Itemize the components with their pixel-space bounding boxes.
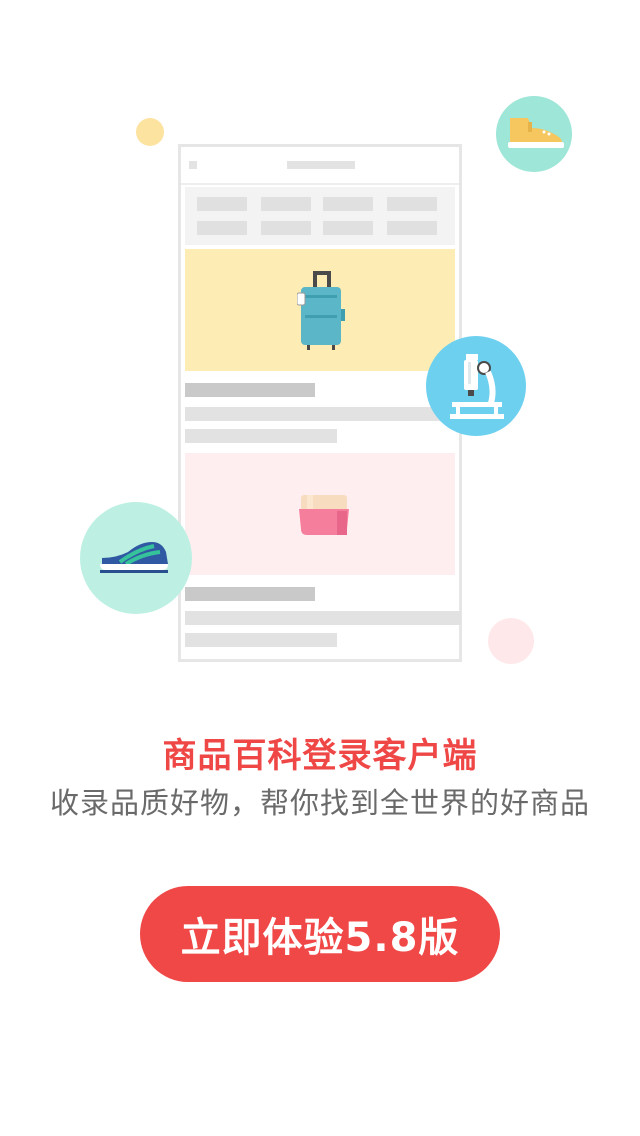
text-placeholder	[185, 633, 337, 647]
grid-placeholder	[323, 221, 373, 235]
promo-subline: 收录品质好物，帮你找到全世界的好商品	[49, 786, 590, 820]
grid-placeholder	[197, 221, 247, 235]
try-version-button[interactable]: 立即体验5.8版	[140, 886, 500, 982]
promo-headline: 商品百科登录客户端	[162, 736, 478, 776]
grid-placeholder	[261, 197, 311, 211]
mockup-title-placeholder	[287, 161, 355, 169]
microscope-icon	[450, 354, 504, 419]
mockup-category-grid	[185, 187, 455, 245]
phone-mockup-illustration	[178, 144, 462, 662]
mockup-back-dot	[189, 161, 197, 169]
grid-placeholder	[197, 197, 247, 211]
decor-bubble-microscope	[426, 336, 526, 436]
suitcase-icon	[297, 271, 345, 350]
decor-bubble-running-shoe	[80, 502, 192, 614]
mockup-card-cream	[185, 453, 455, 575]
text-placeholder	[185, 429, 337, 443]
grid-placeholder	[387, 221, 437, 235]
cream-jar-icon	[299, 495, 349, 535]
text-placeholder	[185, 383, 315, 397]
grid-placeholder	[261, 221, 311, 235]
mockup-card-suitcase	[185, 249, 455, 371]
sneaker-icon	[508, 118, 564, 148]
promo-screen: 商品百科登录客户端 收录品质好物，帮你找到全世界的好商品 立即体验5.8版	[0, 0, 640, 1136]
decor-dot-pink	[488, 618, 534, 664]
decor-dot-yellow	[136, 118, 164, 146]
text-placeholder	[185, 407, 461, 421]
running-shoe-icon	[100, 542, 168, 573]
grid-placeholder	[387, 197, 437, 211]
decor-bubble-sneaker	[496, 96, 572, 172]
mockup-topbar	[181, 147, 459, 185]
text-placeholder	[185, 611, 461, 625]
text-placeholder	[185, 587, 315, 601]
grid-placeholder	[323, 197, 373, 211]
